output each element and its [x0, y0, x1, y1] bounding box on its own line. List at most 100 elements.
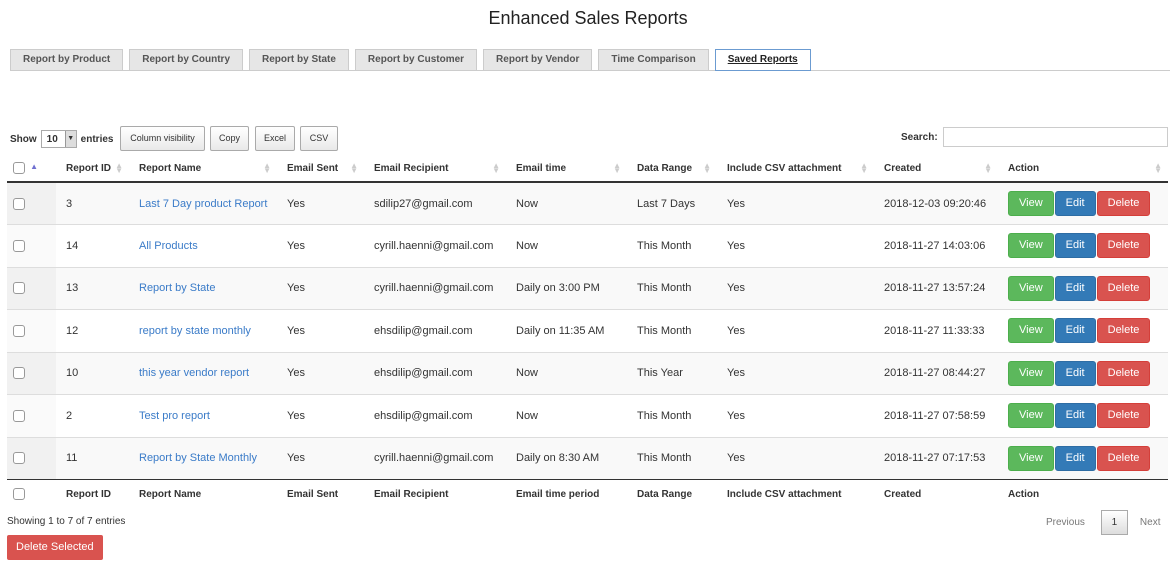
delete-button[interactable]: Delete	[1096, 191, 1151, 216]
excel-button[interactable]: Excel	[255, 126, 295, 151]
cell-sent: Yes	[277, 181, 364, 225]
tab-report-by-country[interactable]: Report by Country	[129, 49, 244, 70]
row-select-cell[interactable]	[7, 309, 56, 352]
csv-button[interactable]: CSV	[300, 126, 338, 151]
row-select-cell[interactable]	[7, 351, 56, 395]
edit-button[interactable]: Edit	[1054, 275, 1096, 301]
column-header[interactable]: Report ID ▲ ▼	[56, 155, 129, 183]
cell-actions: View Edit Delete	[998, 309, 1168, 352]
cell-time: Daily on 11:35 AM	[506, 309, 627, 352]
delete-button[interactable]: Delete	[1096, 275, 1151, 301]
edit-button[interactable]: Edit	[1054, 403, 1096, 429]
row-select-cell[interactable]	[7, 436, 56, 480]
cell-time: Now	[506, 351, 627, 395]
sort-icon: ▲ ▼	[703, 161, 711, 175]
cell-recipient: cyrill.haenni@gmail.com	[364, 224, 506, 267]
cell-sent: Yes	[277, 266, 364, 310]
column-visibility-button[interactable]: Column visibility	[120, 126, 205, 151]
row-checkbox[interactable]	[13, 452, 25, 465]
view-button[interactable]: View	[1008, 360, 1054, 386]
column-header-label: Email Sent	[287, 162, 339, 174]
row-select-cell[interactable]	[7, 266, 56, 310]
sort-icon: ▲ ▼	[350, 161, 358, 175]
view-button[interactable]: View	[1008, 233, 1054, 259]
edit-button[interactable]: Edit	[1054, 191, 1096, 216]
cell-time: Daily on 3:00 PM	[506, 266, 627, 310]
column-header[interactable]: Action ▲ ▼	[998, 155, 1168, 183]
search-input[interactable]	[942, 127, 1168, 147]
column-header[interactable]: Email time ▲ ▼	[506, 155, 627, 183]
row-checkbox[interactable]	[13, 324, 25, 337]
edit-button[interactable]: Edit	[1054, 318, 1096, 344]
report-name-link[interactable]: Report by State	[139, 282, 215, 294]
tab-saved-reports[interactable]: Saved Reports	[714, 49, 811, 71]
row-select-cell[interactable]	[7, 224, 56, 267]
row-checkbox[interactable]	[13, 282, 25, 295]
view-button[interactable]: View	[1008, 403, 1054, 429]
edit-button[interactable]: Edit	[1054, 445, 1096, 471]
edit-button[interactable]: Edit	[1054, 233, 1096, 259]
report-name-link[interactable]: report by state monthly	[139, 325, 251, 337]
entries-select[interactable]: 10 ▼	[40, 130, 77, 148]
tab-report-by-state[interactable]: Report by State	[249, 49, 349, 70]
cell-range: Last 7 Days	[627, 181, 717, 225]
column-header[interactable]: Created ▲ ▼	[874, 155, 998, 183]
footer-column-label: Data Range	[627, 479, 717, 509]
cell-csv: Yes	[717, 309, 874, 352]
row-checkbox[interactable]	[13, 239, 25, 252]
pagination-page-1[interactable]: 1	[1100, 510, 1128, 535]
cell-csv: Yes	[717, 351, 874, 395]
footer-select-all-checkbox[interactable]	[13, 488, 25, 501]
cell-report-name: Report by State Monthly	[129, 436, 277, 480]
edit-button[interactable]: Edit	[1054, 360, 1096, 386]
tab-report-by-vendor[interactable]: Report by Vendor	[483, 49, 593, 70]
row-checkbox[interactable]	[13, 367, 25, 380]
column-header[interactable]: Report Name ▲ ▼	[129, 155, 277, 183]
delete-button[interactable]: Delete	[1096, 233, 1151, 259]
column-header[interactable]: Include CSV attachment ▲ ▼	[717, 155, 874, 183]
search-control: Search:	[901, 127, 1168, 147]
footer-select-all[interactable]	[7, 479, 56, 509]
column-header[interactable]: Email Sent ▲ ▼	[277, 155, 364, 183]
entries-label: entries	[80, 133, 114, 145]
delete-button[interactable]: Delete	[1096, 318, 1151, 344]
delete-button[interactable]: Delete	[1096, 403, 1151, 429]
pagination-previous[interactable]: Previous	[1046, 517, 1085, 528]
delete-selected-button[interactable]: Delete Selected	[7, 535, 103, 560]
report-name-link[interactable]: Last 7 Day product Report	[139, 198, 267, 210]
cell-range: This Month	[627, 266, 717, 310]
row-checkbox[interactable]	[13, 197, 25, 210]
tab-report-by-product[interactable]: Report by Product	[10, 49, 124, 70]
view-button[interactable]: View	[1008, 318, 1054, 344]
column-header[interactable]: Email Recipient ▲ ▼	[364, 155, 506, 183]
copy-button[interactable]: Copy	[210, 126, 249, 151]
view-button[interactable]: View	[1008, 191, 1054, 216]
tab-time-comparison[interactable]: Time Comparison	[598, 49, 709, 70]
view-button[interactable]: View	[1008, 275, 1054, 301]
report-name-link[interactable]: this year vendor report	[139, 367, 249, 379]
cell-actions: View Edit Delete	[998, 266, 1168, 310]
row-select-cell[interactable]	[7, 394, 56, 437]
cell-time: Now	[506, 181, 627, 225]
cell-id: 2	[56, 394, 129, 437]
cell-id: 10	[56, 351, 129, 395]
footer-column-label: Include CSV attachment	[717, 479, 874, 509]
delete-button[interactable]: Delete	[1096, 445, 1151, 471]
pagination-next[interactable]: Next	[1140, 517, 1161, 528]
row-checkbox[interactable]	[13, 409, 25, 422]
cell-id: 3	[56, 181, 129, 225]
column-header[interactable]: Data Range ▲ ▼	[627, 155, 717, 183]
cell-report-name: All Products	[129, 224, 277, 267]
select-all-header[interactable]: ▲	[7, 155, 56, 183]
cell-actions: View Edit Delete	[998, 351, 1168, 395]
row-select-cell[interactable]	[7, 181, 56, 225]
report-name-link[interactable]: Test pro report	[139, 410, 210, 422]
select-all-checkbox[interactable]	[13, 162, 25, 174]
tab-report-by-customer[interactable]: Report by Customer	[354, 49, 478, 70]
footer-column-label: Email Sent	[277, 479, 364, 509]
delete-button[interactable]: Delete	[1096, 360, 1151, 386]
report-name-link[interactable]: Report by State Monthly	[139, 452, 257, 464]
view-button[interactable]: View	[1008, 445, 1054, 471]
report-name-link[interactable]: All Products	[139, 240, 198, 252]
cell-id: 12	[56, 309, 129, 352]
